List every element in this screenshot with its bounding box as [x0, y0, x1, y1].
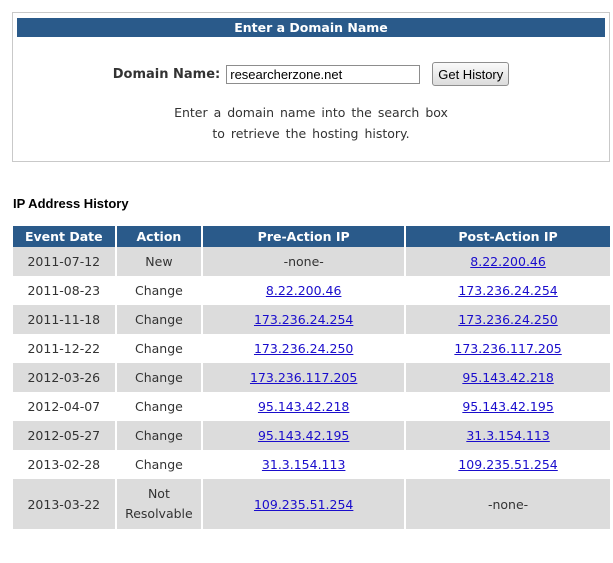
pre-action-ip-link[interactable]: 173.236.117.205	[250, 370, 357, 385]
action-cell: Change	[116, 276, 204, 305]
pre-action-ip-cell: 173.236.24.250	[203, 334, 407, 363]
column-header-post-action-ip: Post-Action IP	[406, 226, 610, 247]
post-action-ip-cell: -none-	[406, 479, 610, 529]
event-date-cell: 2011-08-23	[13, 276, 117, 305]
pre-action-ip-cell: 95.143.42.218	[203, 392, 407, 421]
domain-lookup-panel: Enter a Domain Name Domain Name: Get His…	[12, 12, 610, 162]
table-row: 2013-02-28 Change 31.3.154.113 109.235.5…	[13, 450, 610, 479]
action-cell: Not Resolvable	[116, 479, 204, 529]
event-date-cell: 2012-04-07	[13, 392, 117, 421]
table-row: 2013-03-22 Not Resolvable 109.235.51.254…	[13, 479, 610, 529]
event-date-cell: 2013-02-28	[13, 450, 117, 479]
action-line-2: Resolvable	[125, 506, 193, 521]
post-action-ip-link[interactable]: 109.235.51.254	[458, 457, 557, 472]
lookup-hint: Enter a domain name into the search box …	[13, 102, 609, 144]
pre-action-ip-cell: -none-	[203, 247, 407, 276]
pre-action-ip-cell: 95.143.42.195	[203, 421, 407, 450]
event-date-cell: 2012-05-27	[13, 421, 117, 450]
post-action-ip-cell: 31.3.154.113	[406, 421, 610, 450]
hint-line-1: Enter a domain name into the search box	[174, 105, 448, 120]
ip-history-title: IP Address History	[13, 196, 129, 211]
domain-name-input[interactable]	[226, 64, 421, 84]
pre-action-ip-link[interactable]: 95.143.42.195	[258, 428, 349, 443]
column-header-event-date: Event Date	[13, 226, 117, 247]
pre-action-ip-link[interactable]: 8.22.200.46	[266, 283, 342, 298]
post-action-ip-link[interactable]: 95.143.42.195	[462, 399, 553, 414]
post-action-ip-link[interactable]: 173.236.24.250	[458, 312, 557, 327]
table-row: 2012-03-26 Change 173.236.117.205 95.143…	[13, 363, 610, 392]
event-date-cell: 2011-07-12	[13, 247, 117, 276]
table-header-row: Event Date Action Pre-Action IP Post-Act…	[13, 226, 610, 247]
table-row: 2011-11-18 Change 173.236.24.254 173.236…	[13, 305, 610, 334]
pre-action-ip-link[interactable]: 173.236.24.250	[254, 341, 353, 356]
domain-name-label: Domain Name:	[112, 66, 221, 82]
post-action-ip-cell: 8.22.200.46	[406, 247, 610, 276]
action-cell: Change	[116, 392, 204, 421]
post-action-ip-link[interactable]: 8.22.200.46	[470, 254, 546, 269]
pre-action-ip-cell: 109.235.51.254	[203, 479, 407, 529]
domain-form: Domain Name: Get History	[13, 62, 609, 86]
post-action-ip-cell: 173.236.24.250	[406, 305, 610, 334]
post-action-ip-cell: 95.143.42.195	[406, 392, 610, 421]
action-cell: Change	[116, 450, 204, 479]
action-cell: Change	[116, 421, 204, 450]
post-action-ip-link[interactable]: 95.143.42.218	[462, 370, 553, 385]
action-line-1: Not	[147, 486, 170, 501]
post-action-ip-cell: 173.236.117.205	[406, 334, 610, 363]
event-date-cell: 2013-03-22	[13, 479, 117, 529]
table-row: 2012-05-27 Change 95.143.42.195 31.3.154…	[13, 421, 610, 450]
post-action-ip-cell: 109.235.51.254	[406, 450, 610, 479]
action-cell: Change	[116, 363, 204, 392]
pre-action-ip-cell: 173.236.117.205	[203, 363, 407, 392]
lookup-header: Enter a Domain Name	[17, 18, 605, 37]
action-cell: Change	[116, 334, 204, 363]
event-date-cell: 2012-03-26	[13, 363, 117, 392]
post-action-ip-cell: 173.236.24.254	[406, 276, 610, 305]
table-row: 2011-12-22 Change 173.236.24.250 173.236…	[13, 334, 610, 363]
column-header-pre-action-ip: Pre-Action IP	[203, 226, 407, 247]
table-row: 2011-08-23 Change 8.22.200.46 173.236.24…	[13, 276, 610, 305]
pre-action-ip-cell: 173.236.24.254	[203, 305, 407, 334]
pre-action-ip-link[interactable]: 109.235.51.254	[254, 497, 353, 512]
event-date-cell: 2011-11-18	[13, 305, 117, 334]
get-history-button[interactable]: Get History	[432, 62, 510, 86]
post-action-ip-link[interactable]: 31.3.154.113	[466, 428, 550, 443]
event-date-cell: 2011-12-22	[13, 334, 117, 363]
action-cell: Change	[116, 305, 204, 334]
pre-action-ip-link[interactable]: 95.143.42.218	[258, 399, 349, 414]
table-row: 2011-07-12 New -none- 8.22.200.46	[13, 247, 610, 276]
action-cell: New	[116, 247, 204, 276]
table-row: 2012-04-07 Change 95.143.42.218 95.143.4…	[13, 392, 610, 421]
post-action-ip-cell: 95.143.42.218	[406, 363, 610, 392]
pre-action-ip-cell: 31.3.154.113	[203, 450, 407, 479]
column-header-action: Action	[116, 226, 204, 247]
pre-action-ip-link[interactable]: 173.236.24.254	[254, 312, 353, 327]
pre-action-ip-link[interactable]: 31.3.154.113	[262, 457, 346, 472]
pre-action-ip-cell: 8.22.200.46	[203, 276, 407, 305]
ip-history-table: Event Date Action Pre-Action IP Post-Act…	[13, 226, 610, 529]
post-action-ip-link[interactable]: 173.236.117.205	[454, 341, 561, 356]
hint-line-2: to retrieve the hosting history.	[212, 126, 410, 141]
post-action-ip-link[interactable]: 173.236.24.254	[458, 283, 557, 298]
